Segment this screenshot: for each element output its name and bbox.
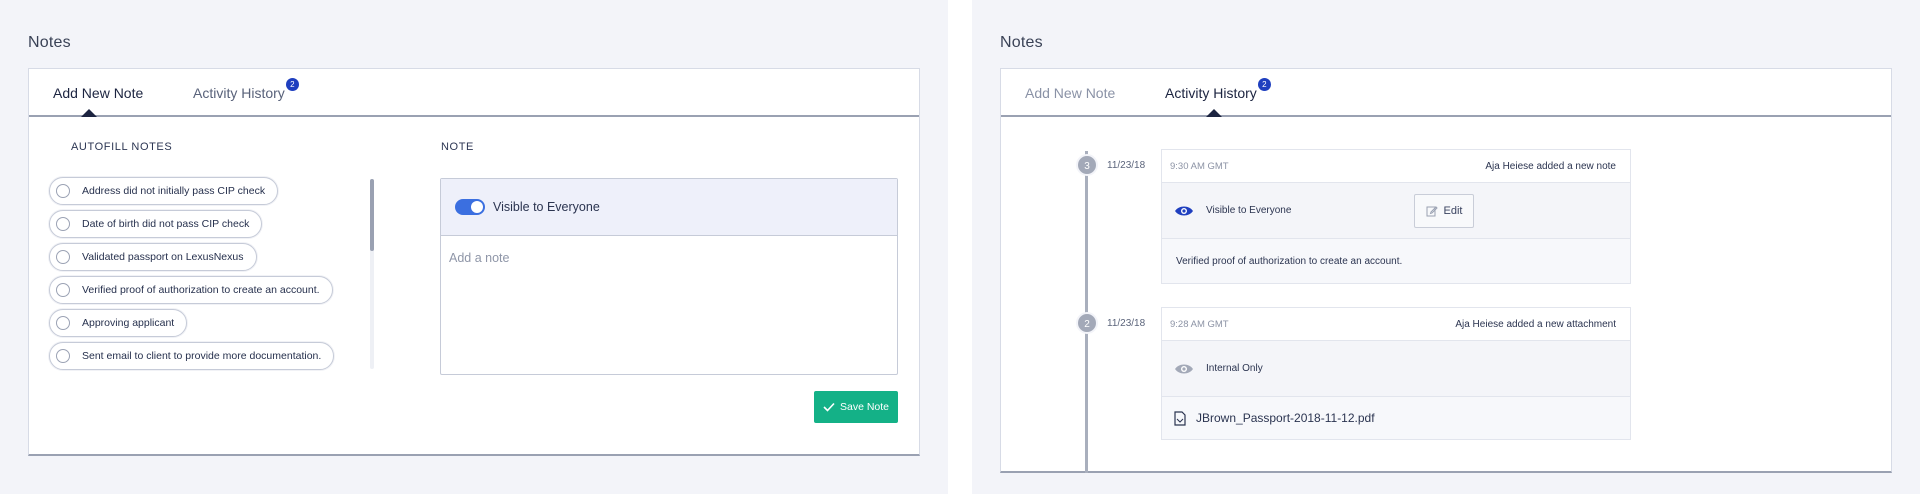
toggle-knob [471, 201, 483, 213]
autofill-option-label: Approving applicant [82, 317, 175, 329]
note-textarea[interactable] [441, 237, 897, 375]
section-title: Notes [1000, 34, 1043, 51]
notes-panel-add: Notes Add New Note Activity History 2 AU… [0, 0, 948, 494]
tab-bar: Add New Note Activity History 2 [29, 69, 919, 117]
tab-label: Activity History [193, 85, 285, 101]
autofill-option-label: Address did not initially pass CIP check [82, 185, 266, 197]
tab-label: Add New Note [1025, 85, 1116, 101]
edit-label: Edit [1443, 205, 1463, 217]
activity-entry: 9:28 AM GMT Aja Heiese added a new attac… [1161, 307, 1631, 440]
autofill-option[interactable]: Sent email to client to provide more doc… [49, 342, 335, 370]
entry-date: 11/23/18 [1107, 318, 1146, 329]
autofill-option-label: Verified proof of authorization to creat… [82, 284, 320, 296]
edit-button[interactable]: Edit [1414, 194, 1474, 228]
eye-muted-icon [1175, 364, 1193, 373]
autofill-option[interactable]: Address did not initially pass CIP check [49, 177, 279, 205]
attachment-filename: JBrown_Passport-2018-11-12.pdf [1196, 411, 1375, 425]
autofill-option-label: Sent email to client to provide more doc… [82, 350, 322, 362]
entry-date: 11/23/18 [1107, 160, 1146, 171]
entry-time: 9:28 AM GMT [1170, 318, 1229, 330]
entry-action: Aja Heiese added a new note [1485, 160, 1616, 172]
radio-circle-icon [56, 250, 70, 264]
tab-label: Add New Note [53, 85, 144, 101]
autofill-option[interactable]: Verified proof of authorization to creat… [49, 276, 333, 304]
check-icon [823, 402, 835, 412]
visibility-row: Visible to Everyone [441, 179, 897, 236]
autofill-option-label: Date of birth did not pass CIP check [82, 218, 250, 230]
timeline-marker: 2 [1076, 312, 1098, 334]
entry-header: 9:28 AM GMT Aja Heiese added a new attac… [1162, 308, 1630, 341]
tab-label: Activity History [1165, 85, 1257, 101]
pencil-icon [1426, 206, 1438, 217]
autofill-option[interactable]: Date of birth did not pass CIP check [49, 210, 263, 238]
tab-add-new-note[interactable]: Add New Note [53, 85, 143, 101]
entry-header: 9:30 AM GMT Aja Heiese added a new note [1162, 150, 1630, 183]
radio-circle-icon [56, 184, 70, 198]
file-icon [1174, 410, 1186, 426]
autofill-notes-label: AUTOFILL NOTES [71, 141, 173, 153]
note-label: NOTE [441, 141, 474, 153]
scrollbar-thumb[interactable] [370, 179, 374, 251]
entry-visibility: Visible to Everyone Edit [1162, 183, 1630, 239]
tab-activity-history[interactable]: Activity History 2 [1165, 78, 1271, 101]
autofill-option[interactable]: Validated passport on LexusNexus [49, 243, 257, 271]
notes-card: Add New Note Activity History 2 3 11/23/… [1000, 68, 1892, 473]
entry-action: Aja Heiese added a new attachment [1455, 318, 1616, 330]
save-note-button[interactable]: Save Note [814, 391, 898, 423]
autofill-option[interactable]: Approving applicant [49, 309, 188, 337]
tab-bar: Add New Note Activity History 2 [1001, 69, 1891, 117]
section-title: Notes [28, 34, 71, 51]
autofill-option-label: Validated passport on LexusNexus [82, 251, 244, 263]
autofill-scrollbar[interactable] [370, 179, 374, 369]
timeline-marker: 3 [1076, 154, 1098, 176]
entry-note-text: Verified proof of authorization to creat… [1162, 239, 1630, 283]
radio-circle-icon [56, 283, 70, 297]
eye-icon [1175, 206, 1193, 215]
visibility-label: Visible to Everyone [1206, 205, 1292, 216]
radio-circle-icon [56, 217, 70, 231]
active-tab-indicator [1206, 109, 1222, 117]
tab-add-new-note[interactable]: Add New Note [1025, 85, 1115, 101]
tab-count-badge: 2 [1257, 78, 1271, 91]
note-editor: Visible to Everyone [440, 178, 898, 375]
visibility-toggle[interactable] [455, 199, 485, 215]
attachment-link[interactable]: JBrown_Passport-2018-11-12.pdf [1162, 397, 1630, 439]
visibility-label: Visible to Everyone [493, 200, 600, 214]
tab-activity-history[interactable]: Activity History 2 [193, 78, 299, 101]
notes-card: Add New Note Activity History 2 AUTOFILL… [28, 68, 920, 456]
entry-time: 9:30 AM GMT [1170, 160, 1229, 172]
visibility-label: Internal Only [1206, 363, 1263, 374]
activity-entry: 9:30 AM GMT Aja Heiese added a new note … [1161, 149, 1631, 284]
entry-visibility: Internal Only [1162, 341, 1630, 397]
radio-circle-icon [56, 349, 70, 363]
autofill-list: Address did not initially pass CIP check… [49, 177, 369, 375]
active-tab-indicator [81, 109, 97, 117]
radio-circle-icon [56, 316, 70, 330]
notes-panel-history: Notes Add New Note Activity History 2 3 … [972, 0, 1920, 494]
save-note-label: Save Note [839, 401, 890, 413]
tab-count-badge: 2 [285, 78, 299, 91]
